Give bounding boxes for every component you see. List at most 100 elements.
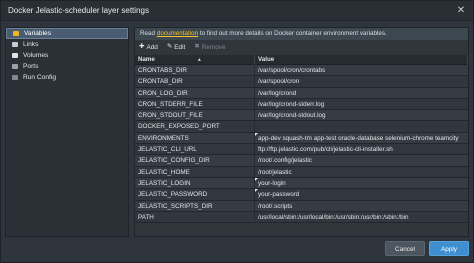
close-icon[interactable]: ✕ bbox=[455, 5, 467, 17]
sidebar-item-label: Links bbox=[23, 41, 39, 48]
sidebar-item-label: Ports bbox=[23, 63, 39, 70]
variables-grid: Name Value CRONTABS_DIR/var/spool/cron/c… bbox=[135, 55, 468, 236]
table-row[interactable]: ENVIRONMENTS app-dev squash-tm app-test o… bbox=[135, 132, 468, 145]
column-header-name[interactable]: Name bbox=[135, 55, 255, 65]
table-row[interactable]: CRON_LOG_DIR/var/log/crond bbox=[135, 87, 468, 99]
remove-label: Remove bbox=[201, 43, 226, 51]
table-row[interactable]: PATH/usr/local/sbin:/usr/local/bin:/usr/… bbox=[135, 211, 468, 224]
variable-name-cell: JELASTIC_CONFIG_DIR bbox=[135, 155, 255, 166]
variable-name-cell: DOCKER_EXPOSED_PORT bbox=[135, 121, 255, 132]
run-config-icon bbox=[11, 74, 19, 81]
variable-value-cell: /root/.config/jelastic bbox=[255, 155, 468, 165]
table-row[interactable]: JELASTIC_CONFIG_DIR/root/.config/jelasti… bbox=[135, 155, 468, 167]
apply-button[interactable]: Apply bbox=[429, 241, 469, 256]
cancel-button[interactable]: Cancel bbox=[385, 241, 425, 256]
variable-value-cell: /root/jelastic bbox=[255, 167, 468, 177]
ports-icon bbox=[11, 63, 19, 70]
variable-value-cell: /usr/local/sbin:/usr/local/bin:/usr/sbin… bbox=[255, 212, 468, 222]
grid-body: CRONTABS_DIR/var/spool/cron/crontabs CRON… bbox=[135, 65, 468, 224]
grid-header: Name Value bbox=[135, 55, 468, 65]
variable-value-cell: app-dev squash-tm app-test oracle-databa… bbox=[255, 132, 468, 143]
variable-value-text: /root/.config/jelastic bbox=[258, 157, 312, 165]
sidebar-item-label: Run Config bbox=[23, 74, 56, 81]
edit-label: Edit bbox=[174, 43, 186, 51]
variables-toolbar: ✚ Add ✎ Edit ✖ Remove bbox=[135, 41, 468, 53]
variable-value-cell: /root/.scripts bbox=[255, 201, 468, 211]
add-icon: ✚ bbox=[139, 42, 145, 50]
variable-name-cell: PATH bbox=[135, 211, 255, 223]
variable-value-cell: your-password bbox=[255, 189, 468, 199]
variable-name-cell: JELASTIC_LOGIN bbox=[135, 177, 255, 189]
sidebar-item-label: Variables bbox=[24, 30, 51, 37]
edit-button[interactable]: ✎ Edit bbox=[166, 42, 186, 51]
column-header-value[interactable]: Value bbox=[255, 55, 468, 65]
settings-sidebar: Variables Links Volumes Ports Run Config bbox=[5, 27, 129, 237]
table-row[interactable]: CRON_STDERR_FILE/var/log/crond-stderr.lo… bbox=[135, 98, 468, 111]
variable-value-text: your-login bbox=[258, 179, 286, 187]
table-row[interactable]: JELASTIC_PASSWORD your-password bbox=[135, 189, 468, 201]
variable-name-cell: ENVIRONMENTS bbox=[135, 132, 255, 144]
variable-value-text: /root/.scripts bbox=[258, 202, 293, 210]
modified-marker-icon bbox=[255, 177, 258, 181]
remove-button[interactable]: ✖ Remove bbox=[194, 42, 226, 51]
variable-name-cell: JELASTIC_SCRIPTS_DIR bbox=[135, 200, 255, 211]
variable-name-cell: CRON_STDOUT_FILE bbox=[135, 110, 255, 121]
sidebar-item-variables[interactable]: Variables bbox=[6, 28, 128, 39]
variable-value-cell: ftp://ftp.jelastic.com/pub/cli/jelastic-… bbox=[255, 144, 468, 154]
table-row[interactable]: JELASTIC_CLI_URL ftp://ftp.jelastic.com/p… bbox=[135, 144, 468, 156]
variable-value-cell: /var/spool/cron bbox=[255, 76, 468, 86]
variables-panel: Read documentation to find out more deta… bbox=[134, 27, 469, 237]
modified-marker-icon bbox=[255, 132, 258, 136]
variable-value-text: /root/jelastic bbox=[258, 168, 292, 176]
variable-value-cell: /var/log/crond-stdout.log bbox=[255, 110, 468, 120]
variable-value-text: /var/log/crond-stdout.log bbox=[258, 112, 326, 120]
dialog-titlebar: Docker Jelastic-scheduler layer settings… bbox=[1, 1, 473, 21]
variable-value-text: app-dev squash-tm app-test oracle-databa… bbox=[258, 134, 459, 142]
documentation-link[interactable]: documentation bbox=[157, 30, 198, 37]
variable-name-cell: CRON_STDERR_FILE bbox=[135, 98, 255, 110]
table-row[interactable]: CRONTAB_DIR/var/spool/cron bbox=[135, 76, 468, 88]
variable-value-text: your-password bbox=[258, 191, 300, 199]
add-label: Add bbox=[146, 43, 158, 51]
table-row[interactable]: CRON_STDOUT_FILE/var/log/crond-stdout.lo… bbox=[135, 110, 468, 122]
sidebar-item-run-config[interactable]: Run Config bbox=[6, 72, 128, 83]
table-row[interactable]: DOCKER_EXPOSED_PORT bbox=[135, 121, 468, 133]
variable-name-cell: JELASTIC_CLI_URL bbox=[135, 144, 255, 155]
variable-value-cell: /var/log/crond-stderr.log bbox=[255, 99, 468, 109]
info-text-prefix: Read bbox=[140, 30, 157, 37]
variable-value-text: ftp://ftp.jelastic.com/pub/cli/jelastic-… bbox=[258, 146, 393, 154]
volumes-icon bbox=[11, 52, 19, 59]
info-bar: Read documentation to find out more deta… bbox=[135, 28, 468, 40]
variable-value-text: /var/log/crond-stderr.log bbox=[258, 100, 325, 108]
table-row[interactable]: JELASTIC_SCRIPTS_DIR/root/.scripts bbox=[135, 200, 468, 212]
variables-icon bbox=[12, 30, 20, 37]
sidebar-item-volumes[interactable]: Volumes bbox=[6, 50, 128, 61]
variable-name-cell: JELASTIC_PASSWORD bbox=[135, 189, 255, 200]
variable-value-text: /usr/local/sbin:/usr/local/bin:/usr/sbin… bbox=[258, 213, 409, 221]
dialog-title: Docker Jelastic-scheduler layer settings bbox=[8, 6, 149, 15]
variable-value-text: /var/spool/cron/crontabs bbox=[258, 67, 326, 74]
variable-value-cell bbox=[255, 121, 468, 131]
sidebar-item-label: Volumes bbox=[23, 52, 49, 59]
table-row[interactable]: CRONTABS_DIR/var/spool/cron/crontabs bbox=[135, 65, 468, 77]
variable-value-cell: your-login bbox=[255, 177, 468, 188]
links-icon bbox=[11, 41, 19, 48]
sidebar-item-links[interactable]: Links bbox=[6, 39, 128, 50]
edit-icon: ✎ bbox=[166, 42, 173, 50]
variable-value-text: /var/spool/cron bbox=[258, 78, 300, 86]
layer-settings-dialog: Docker Jelastic-scheduler layer settings… bbox=[0, 0, 474, 263]
add-button[interactable]: ✚ Add bbox=[139, 42, 158, 51]
variable-value-cell: /var/log/crond bbox=[255, 88, 468, 98]
info-text-suffix: to find out more details on Docker conta… bbox=[198, 30, 387, 37]
variable-name-cell: CRONTABS_DIR bbox=[135, 65, 255, 76]
modified-marker-icon bbox=[255, 189, 258, 193]
variable-value-text: /var/log/crond bbox=[258, 89, 297, 97]
variable-name-cell: CRON_LOG_DIR bbox=[135, 87, 255, 98]
remove-icon: ✖ bbox=[194, 42, 200, 50]
sidebar-item-ports[interactable]: Ports bbox=[6, 61, 128, 72]
variable-name-cell: JELASTIC_HOME bbox=[135, 166, 255, 177]
table-row[interactable]: JELASTIC_LOGIN your-login bbox=[135, 177, 468, 190]
table-row[interactable]: JELASTIC_HOME/root/jelastic bbox=[135, 166, 468, 178]
variable-value-cell: /var/spool/cron/crontabs bbox=[255, 65, 468, 75]
variable-name-cell: CRONTAB_DIR bbox=[135, 76, 255, 87]
